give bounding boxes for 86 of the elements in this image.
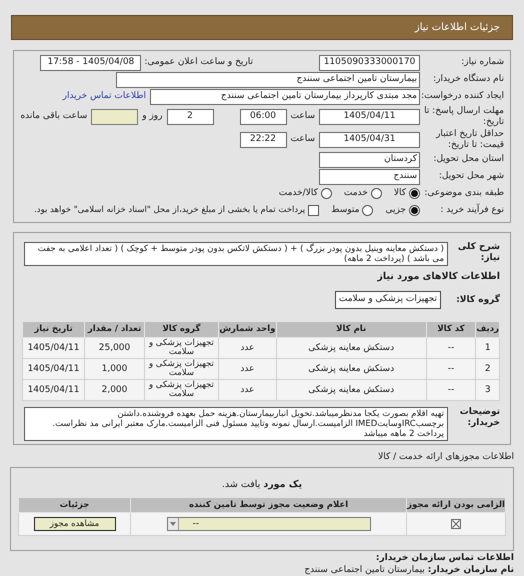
radio-button[interactable]	[320, 188, 332, 199]
radio-label: کالا	[394, 186, 406, 200]
days-field: 2	[166, 108, 214, 124]
table-cell: 1,000	[84, 358, 144, 380]
field-label: نام سازمان خریدار:	[428, 564, 514, 576]
field-label: روز و	[142, 111, 162, 122]
table-cell: 2,000	[84, 380, 144, 400]
field-label: نوع فرآیند خرید :	[439, 205, 504, 216]
table-cell: عدد	[218, 338, 276, 358]
field-label: توضیحات خریدار:	[458, 407, 500, 429]
field-label: شرح کلی نیاز:	[456, 242, 500, 264]
field-label: ایجاد کننده درخواست:	[420, 91, 504, 102]
table-cell: دستکش معاینه پزشکی	[276, 358, 426, 380]
table-cell: تجهیزات پزشکی و سلامت	[144, 380, 218, 400]
deadline-time-field: 06:00	[240, 108, 286, 124]
caret-icon	[168, 518, 179, 530]
radio-label: جزیی	[385, 204, 406, 217]
status-dropdown[interactable]: --	[166, 517, 371, 531]
province-field: کردستان	[319, 152, 420, 168]
table-cell: تجهیزات پزشکی و سلامت	[144, 338, 218, 358]
table-cell: 25,000	[84, 338, 144, 358]
field-label: نام دستگاه خریدار:	[432, 74, 504, 85]
column-header: ردیف	[476, 322, 500, 338]
radio-label: کالا/خدمت	[278, 186, 318, 200]
table-cell: 1405/04/11	[22, 338, 85, 358]
section-heading: اطلاعات کالاهای مورد نیاز	[377, 270, 500, 284]
view-license-button[interactable]: مشاهده مجوز	[34, 517, 116, 531]
table-cell: دستکش معاینه پزشکی	[276, 380, 426, 400]
city-field: سنندج	[319, 168, 420, 184]
column-header: جزئیات	[18, 498, 131, 512]
validity-date-field: 1405/04/31	[319, 132, 420, 148]
field-label: ساعت	[290, 111, 315, 122]
radio-label: متوسط	[331, 204, 360, 217]
field-label: ساعت باقی مانده	[20, 111, 88, 122]
table-cell: تجهیزات پزشکی و سلامت	[144, 358, 218, 380]
field-label: تاریخ و ساعت اعلان عمومی:	[144, 57, 253, 68]
column-header: واحد شمارش	[218, 322, 276, 338]
table-cell: 1	[476, 338, 500, 358]
table-cell: عدد	[218, 358, 276, 380]
result-summary: یک مورد یافت شد.	[222, 478, 302, 492]
announce-date-field: 1405/04/08 - 17:58	[40, 54, 142, 70]
column-header: اعلام وضعیت مجوز توسط تامین کننده	[130, 498, 407, 512]
radio-button[interactable]	[362, 205, 374, 216]
table-cell: عدد	[218, 380, 276, 400]
table-cell: 3	[476, 380, 500, 400]
table-cell: --	[426, 358, 476, 380]
requester-field: مجد مبتدی کارپرداز بیمارستان تامین اجتماعی سنندج	[150, 88, 420, 104]
field-label: شماره نیاز:	[460, 57, 504, 68]
radio-button[interactable]	[409, 188, 420, 199]
page-title: جزئیات اطلاعات نیاز	[414, 21, 500, 35]
group-field: تجهیزات پزشکی و سلامت	[334, 291, 441, 309]
table-cell: دستکش معاینه پزشکی	[276, 338, 426, 358]
contact-heading: اطلاعات تماس سازمان خریدار:	[376, 552, 514, 565]
radio-label: خدمت	[344, 186, 368, 200]
table-cell: 2	[476, 358, 500, 380]
validity-time-field: 22:22	[240, 132, 286, 148]
section-title: اطلاعات مجوزهای ارائه خدمت / کالا	[378, 451, 514, 464]
column-header: الزامی بودن ارائه مجوز	[406, 498, 506, 512]
need-number-field: 1105090333000170	[319, 54, 420, 70]
notes-box: تهیه اقلام بصورت یکجا مدنظرمیباشد.تحویل انباربیمارستان.هزینه حمل بعهده فروشنده.داشتن برچسبIRCوسایتIMED الزامیست.ارسال نمونه وتایید مسئول فنی الزامیست.مارک معتبر ایرانی مد نظراست. پرداخت 2 ماهه میباشد	[24, 407, 448, 441]
field-label: شهر محل تحویل:	[438, 171, 504, 182]
field-label: استان محل تحویل:	[432, 154, 504, 165]
remaining-hours-field	[91, 108, 138, 124]
column-header: گروه کالا	[144, 322, 218, 338]
payment-note: پرداخت تمام یا بخشی از مبلغ خرید،از محل "اسناد خزانه اسلامی" خواهد بود.	[34, 204, 306, 217]
field-label: طبقه بندی موضوعی:	[423, 188, 504, 199]
contact-link[interactable]: اطلاعات تماس خریدار	[62, 90, 146, 104]
field-label: گروه کالا:	[455, 294, 500, 306]
buyer-field: بیمارستان تامین اجتماعی سنندج	[116, 72, 420, 88]
field-label: حداقل تاریخ اعتبار قیمت: تا تاریخ:	[434, 128, 504, 150]
table-cell: 1405/04/11	[22, 380, 85, 400]
radio-button[interactable]	[370, 188, 382, 199]
deadline-date-field: 1405/04/11	[319, 108, 420, 124]
checkbox[interactable]	[308, 205, 320, 216]
field-label: مهلت ارسال پاسخ: تا تاریخ:	[423, 106, 504, 128]
table-cell: --	[426, 380, 476, 400]
column-header: تعداد / مقدار	[84, 322, 144, 338]
column-header: کد کالا	[426, 322, 476, 338]
radio-button[interactable]	[409, 205, 420, 216]
column-header: نام کالا	[276, 322, 426, 338]
description-box: ( دستکش معاینه وینیل بدون پودر بزرگ ) + ( دستکش لاتکس بدون پودر متوسط + کوچک ) ( تعداد اعلامی به جفت می باشد ) (پرداخت 2 ماهه)	[24, 242, 448, 266]
table-cell: 1405/04/11	[22, 358, 85, 380]
org-name: بیمارستان تامین اجتماعی سنندج	[304, 564, 425, 576]
column-header: تاریخ نیاز	[22, 322, 85, 338]
table-cell: --	[426, 338, 476, 358]
field-label: ساعت	[290, 134, 315, 145]
